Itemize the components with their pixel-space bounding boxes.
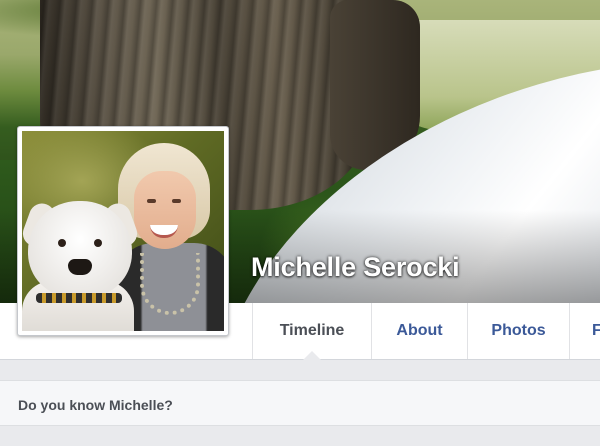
page-background: [0, 426, 600, 446]
photo-dog-eye-right: [94, 239, 102, 247]
photo-eye-left: [147, 199, 156, 203]
photo-dog-head: [28, 201, 132, 297]
profile-picture[interactable]: [17, 126, 229, 336]
tab-friends-truncated[interactable]: F: [569, 303, 600, 359]
photo-dog-eye-left: [58, 239, 66, 247]
photo-necklace: [140, 253, 200, 315]
tab-photos[interactable]: Photos: [467, 303, 569, 359]
tab-timeline[interactable]: Timeline: [252, 303, 371, 360]
photo-eye-right: [172, 199, 181, 203]
photo-dog-collar: [36, 293, 122, 303]
tab-about[interactable]: About: [371, 303, 467, 359]
do-you-know-card: Do you know Michelle?: [0, 380, 600, 426]
profile-photo: [22, 131, 224, 331]
photo-dog-nose: [68, 259, 92, 275]
nav-tabs: Timeline About Photos F: [252, 303, 600, 360]
profile-name[interactable]: Michelle Serocki: [251, 252, 460, 283]
do-you-know-heading: Do you know Michelle?: [18, 397, 173, 413]
